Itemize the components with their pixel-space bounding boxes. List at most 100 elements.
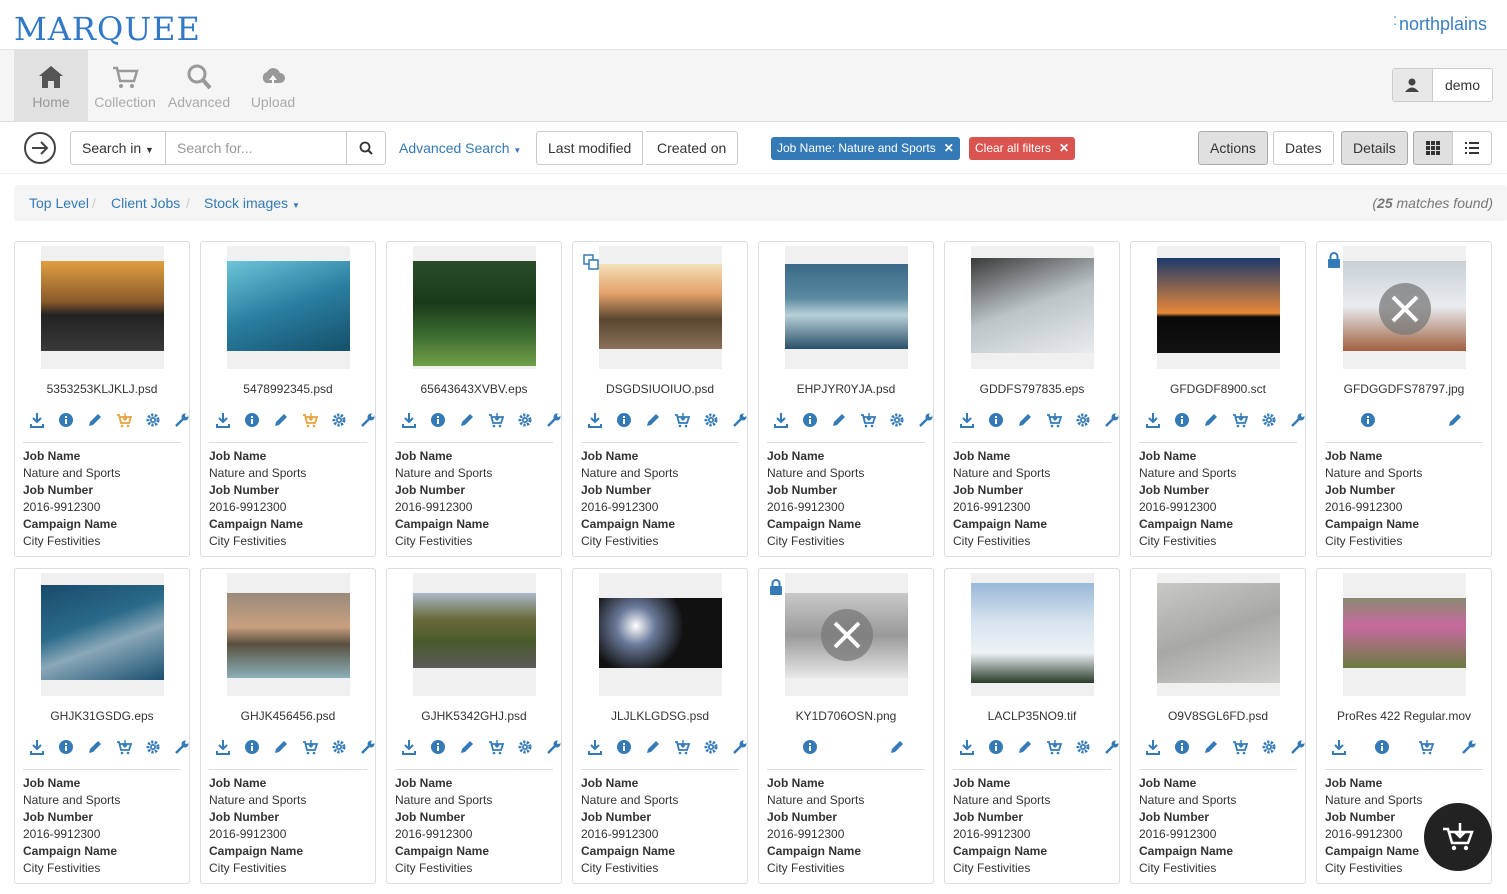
username[interactable]: demo: [1433, 69, 1492, 101]
search-input[interactable]: Search for...: [165, 131, 347, 165]
user-menu[interactable]: demo: [1391, 68, 1493, 102]
asset-filename[interactable]: JLJLKLGDSG.psd: [573, 709, 747, 723]
user-icon[interactable]: [1392, 69, 1433, 101]
last-modified-button[interactable]: Last modified: [536, 131, 644, 165]
pencil-icon[interactable]: [889, 739, 905, 755]
asset-thumbnail[interactable]: [1343, 598, 1466, 668]
advanced-search-link[interactable]: Advanced Search ▼: [399, 140, 521, 156]
asset-card[interactable]: GJHK5342GHJ.psd Job Name Nature and Spor…: [386, 568, 562, 884]
wrench-icon[interactable]: [1104, 412, 1120, 428]
breadcrumb-top-level[interactable]: Top Level: [29, 195, 89, 211]
asset-thumbnail[interactable]: [971, 583, 1094, 683]
asset-filename[interactable]: LACLP35NO9.tif: [945, 709, 1119, 723]
info-icon[interactable]: [1360, 412, 1376, 428]
asset-filename[interactable]: 5478992345.psd: [201, 382, 375, 396]
asset-thumbnail[interactable]: [1157, 583, 1280, 683]
cart-icon[interactable]: [1046, 739, 1063, 755]
thumbnail-frame[interactable]: [227, 573, 350, 696]
thumbnail-frame[interactable]: [785, 573, 908, 696]
info-icon[interactable]: [802, 412, 818, 428]
asset-filename[interactable]: GFDGGDFS78797.jpg: [1317, 382, 1491, 396]
wrench-icon[interactable]: [1290, 739, 1306, 755]
download-icon[interactable]: [215, 412, 231, 428]
thumbnail-frame[interactable]: [971, 573, 1094, 696]
pencil-icon[interactable]: [831, 412, 847, 428]
asset-filename[interactable]: GHJK31GSDG.eps: [15, 709, 189, 723]
asset-filename[interactable]: GJHK5342GHJ.psd: [387, 709, 561, 723]
wrench-icon[interactable]: [732, 739, 748, 755]
wrench-icon[interactable]: [1104, 739, 1120, 755]
gear-icon[interactable]: [331, 739, 347, 755]
search-in-dropdown[interactable]: Search in ▼: [70, 131, 166, 165]
gear-icon[interactable]: [1261, 412, 1277, 428]
wrench-icon[interactable]: [732, 412, 748, 428]
asset-thumbnail[interactable]: [41, 261, 164, 351]
asset-card[interactable]: 5353253KLJKLJ.psd Job Name Nature and Sp…: [14, 241, 190, 557]
gear-icon[interactable]: [703, 412, 719, 428]
asset-thumbnail[interactable]: [971, 258, 1094, 353]
asset-filename[interactable]: KY1D706OSN.png: [759, 709, 933, 723]
thumbnail-frame[interactable]: [413, 246, 536, 369]
dates-button[interactable]: Dates: [1273, 131, 1334, 165]
download-icon[interactable]: [401, 739, 417, 755]
cart-icon[interactable]: [860, 412, 877, 428]
close-icon[interactable]: ✕: [1059, 141, 1069, 155]
asset-card[interactable]: DSGDSIUOIUO.psd Job Name Nature and Spor…: [572, 241, 748, 557]
cart-icon[interactable]: [1232, 412, 1249, 428]
clear-filters-tag[interactable]: Clear all filters ✕: [969, 137, 1076, 160]
gear-icon[interactable]: [517, 412, 533, 428]
gear-icon[interactable]: [1075, 739, 1091, 755]
pencil-icon[interactable]: [645, 412, 661, 428]
cart-icon[interactable]: [488, 739, 505, 755]
download-icon[interactable]: [1145, 739, 1161, 755]
asset-card[interactable]: 65643643XVBV.eps Job Name Nature and Spo…: [386, 241, 562, 557]
thumbnail-frame[interactable]: [599, 246, 722, 369]
created-on-button[interactable]: Created on: [646, 131, 739, 165]
info-icon[interactable]: [244, 412, 260, 428]
actions-button[interactable]: Actions: [1198, 131, 1268, 165]
asset-filename[interactable]: GFDGDF8900.sct: [1131, 382, 1305, 396]
breadcrumb-client-jobs[interactable]: Client Jobs: [111, 195, 180, 211]
asset-thumbnail[interactable]: [599, 264, 722, 349]
asset-card[interactable]: GFDGGDFS78797.jpg Job Name Nature and Sp…: [1316, 241, 1492, 557]
thumbnail-frame[interactable]: [971, 246, 1094, 369]
pencil-icon[interactable]: [1447, 412, 1463, 428]
asset-thumbnail[interactable]: [413, 261, 536, 366]
wrench-icon[interactable]: [546, 739, 562, 755]
details-button[interactable]: Details: [1341, 131, 1408, 165]
pencil-icon[interactable]: [1017, 739, 1033, 755]
nav-home[interactable]: Home: [14, 50, 88, 122]
thumbnail-frame[interactable]: [1343, 573, 1466, 696]
info-icon[interactable]: [616, 739, 632, 755]
thumbnail-frame[interactable]: [41, 573, 164, 696]
asset-thumbnail[interactable]: [41, 585, 164, 680]
asset-filename[interactable]: 5353253KLJKLJ.psd: [15, 382, 189, 396]
asset-card[interactable]: O9V8SGL6FD.psd Job Name Nature and Sport…: [1130, 568, 1306, 884]
job-name-filter-tag[interactable]: Job Name: Nature and Sports ✕: [771, 137, 960, 160]
pencil-icon[interactable]: [459, 739, 475, 755]
download-icon[interactable]: [1331, 739, 1347, 755]
asset-thumbnail[interactable]: [785, 264, 908, 349]
cart-icon[interactable]: [302, 412, 319, 428]
info-icon[interactable]: [430, 739, 446, 755]
cart-icon[interactable]: [674, 739, 691, 755]
asset-card[interactable]: GDDFS797835.eps Job Name Nature and Spor…: [944, 241, 1120, 557]
cart-icon[interactable]: [1232, 739, 1249, 755]
gear-icon[interactable]: [703, 739, 719, 755]
asset-thumbnail[interactable]: [227, 593, 350, 678]
cart-icon[interactable]: [674, 412, 691, 428]
marquee-logo[interactable]: MARQUEE: [14, 10, 201, 48]
asset-filename[interactable]: O9V8SGL6FD.psd: [1131, 709, 1305, 723]
download-icon[interactable]: [29, 739, 45, 755]
info-icon[interactable]: [1174, 739, 1190, 755]
asset-thumbnail[interactable]: [227, 261, 350, 351]
download-icon[interactable]: [215, 739, 231, 755]
gear-icon[interactable]: [889, 412, 905, 428]
cart-icon[interactable]: [116, 412, 133, 428]
wrench-icon[interactable]: [360, 739, 376, 755]
wrench-icon[interactable]: [1461, 739, 1477, 755]
asset-card[interactable]: GHJK31GSDG.eps Job Name Nature and Sport…: [14, 568, 190, 884]
download-icon[interactable]: [959, 412, 975, 428]
wrench-icon[interactable]: [546, 412, 562, 428]
pencil-icon[interactable]: [1203, 739, 1219, 755]
